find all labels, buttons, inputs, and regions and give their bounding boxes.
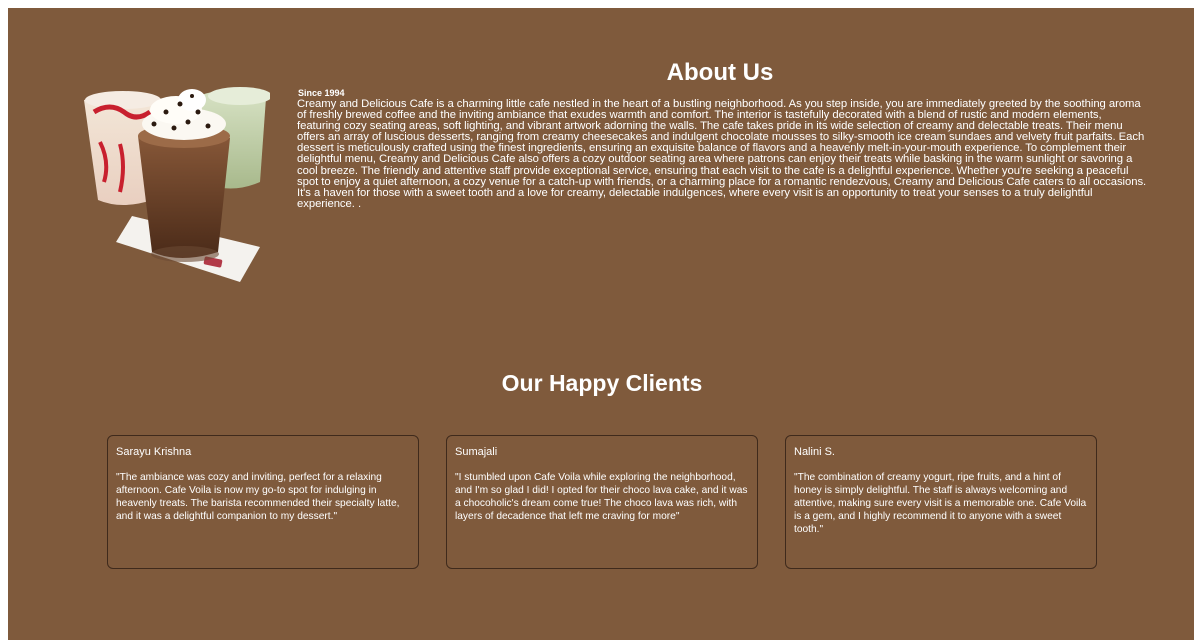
client-quote: "The ambiance was cozy and inviting, per… [116,472,400,523]
about-us-heading: About Us [666,59,774,86]
client-testimonial-card: Sarayu Krishna "The ambiance was cozy an… [107,435,419,569]
client-quote: "I stumbled upon Cafe Voila while explor… [455,472,748,523]
client-testimonial-card: Nalini S. "The combination of creamy yog… [785,435,1097,569]
client-name: Sarayu Krishna [116,446,192,458]
client-quote: "The combination of creamy yogurt, ripe … [794,472,1087,536]
happy-clients-heading: Our Happy Clients [501,370,703,396]
client-name: Nalini S. [794,446,835,458]
client-testimonial-card: Sumajali "I stumbled upon Cafe Voila whi… [446,435,758,569]
about-description: Creamy and Delicious Cafe is a charming … [297,98,1147,210]
dessert-drinks-image [84,87,270,282]
page-background: About Us Since 1994 Creamy and Delicious… [8,8,1194,640]
client-name: Sumajali [455,446,498,458]
